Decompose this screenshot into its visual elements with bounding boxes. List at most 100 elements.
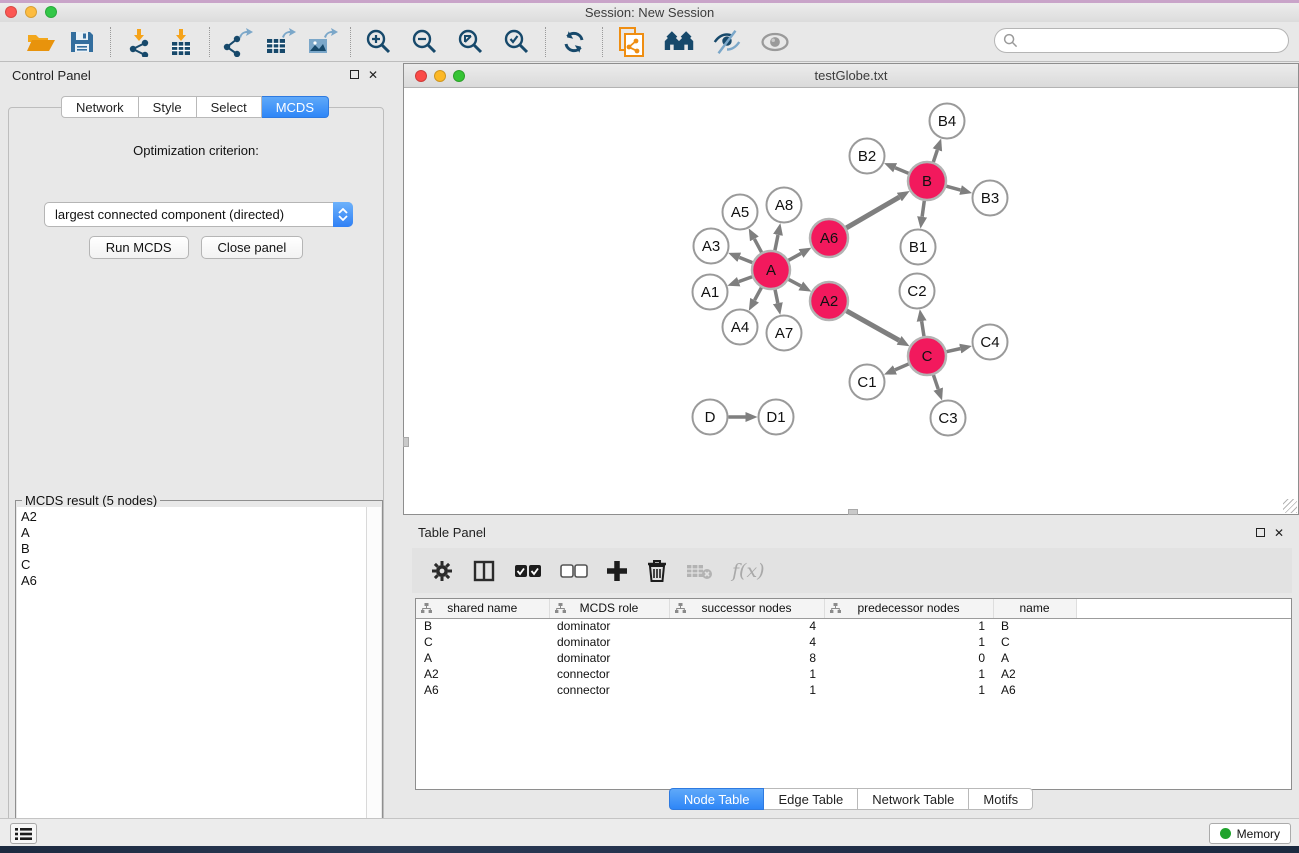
close-window-button[interactable] <box>5 6 17 18</box>
mcds-result-item[interactable]: A2 <box>21 509 366 525</box>
export-table-icon[interactable] <box>264 26 296 58</box>
graph-edge-C-C1[interactable] <box>895 364 909 370</box>
close-table-panel-icon[interactable]: ✕ <box>1274 527 1284 539</box>
close-network-window-button[interactable] <box>415 70 427 82</box>
mcds-result-item[interactable]: A6 <box>21 573 366 589</box>
search-field[interactable] <box>994 28 1289 53</box>
column-header-name[interactable]: name <box>993 599 1076 618</box>
delete-table-icon[interactable] <box>686 562 714 580</box>
tab-node-table[interactable]: Node Table <box>669 788 765 810</box>
graph-node-A6[interactable]: A6 <box>810 219 848 257</box>
vertical-scrollbar-stub[interactable] <box>403 437 409 447</box>
zoom-window-button[interactable] <box>45 6 57 18</box>
graph-edge-A-A5[interactable] <box>754 239 761 252</box>
minimize-network-window-button[interactable] <box>434 70 446 82</box>
table-row[interactable]: A6connector11A6 <box>416 682 1291 698</box>
graph-node-A3[interactable]: A3 <box>694 229 729 264</box>
select-all-checks-icon[interactable] <box>514 564 542 578</box>
show-all-icon[interactable] <box>759 26 791 58</box>
column-header-predecessor-nodes[interactable]: predecessor nodes <box>824 599 993 618</box>
tab-edge-table[interactable]: Edge Table <box>764 788 858 810</box>
add-icon[interactable] <box>606 560 628 582</box>
delete-icon[interactable] <box>646 559 668 583</box>
mcds-result-item[interactable]: A <box>21 525 366 541</box>
zoom-in-icon[interactable] <box>363 26 395 58</box>
open-file-icon[interactable] <box>24 26 56 58</box>
close-panel-icon[interactable]: ✕ <box>368 69 378 81</box>
zoom-out-icon[interactable] <box>409 26 441 58</box>
graph-node-C1[interactable]: C1 <box>850 365 885 400</box>
network-canvas[interactable]: B4B2BB3B1A5A8A6A3AA1C2A2A4A7C4CC1C3DD1 <box>404 88 1298 514</box>
table-row[interactable]: Cdominator41C <box>416 634 1291 650</box>
tab-motifs[interactable]: Motifs <box>969 788 1033 810</box>
float-table-panel-icon[interactable] <box>1256 527 1265 539</box>
graph-edge-A2-C[interactable] <box>846 311 899 341</box>
graph-edge-A-A6[interactable] <box>789 253 801 260</box>
graph-node-B4[interactable]: B4 <box>930 104 965 139</box>
tab-select[interactable]: Select <box>197 96 262 118</box>
graph-node-A5[interactable]: A5 <box>723 195 758 230</box>
zoom-fit-icon[interactable] <box>455 26 487 58</box>
mcds-result-list[interactable]: A2ABCA6 <box>17 507 367 844</box>
graph-node-B3[interactable]: B3 <box>973 181 1008 216</box>
graph-edge-A-A2[interactable] <box>789 279 801 285</box>
graph-node-C[interactable]: C <box>908 337 946 375</box>
graph-node-D[interactable]: D <box>693 400 728 435</box>
table-row[interactable]: Bdominator41B <box>416 618 1291 634</box>
tab-network-table[interactable]: Network Table <box>858 788 969 810</box>
search-input[interactable] <box>1023 33 1288 48</box>
mcds-result-item[interactable]: C <box>21 557 366 573</box>
graph-edge-B-B1[interactable] <box>922 201 924 217</box>
tab-mcds[interactable]: MCDS <box>262 96 329 118</box>
column-header-MCDS-role[interactable]: MCDS role <box>549 599 669 618</box>
deselect-all-checks-icon[interactable] <box>560 564 588 578</box>
import-network-icon[interactable] <box>123 26 155 58</box>
import-table-icon[interactable] <box>165 26 197 58</box>
task-history-button[interactable] <box>10 823 37 844</box>
graph-edge-A-A1[interactable] <box>739 277 752 282</box>
graph-edge-A-A8[interactable] <box>775 235 778 250</box>
minimize-window-button[interactable] <box>25 6 37 18</box>
graph-node-B1[interactable]: B1 <box>901 230 936 265</box>
horizontal-scrollbar-stub[interactable] <box>848 509 858 515</box>
tab-style[interactable]: Style <box>139 96 197 118</box>
graph-node-A2[interactable]: A2 <box>810 282 848 320</box>
resize-grip[interactable] <box>1283 499 1297 513</box>
node-table[interactable]: shared nameMCDS rolesuccessor nodesprede… <box>415 598 1292 790</box>
graph-node-A8[interactable]: A8 <box>767 188 802 223</box>
float-panel-icon[interactable] <box>350 69 359 81</box>
table-row[interactable]: Adominator80A <box>416 650 1291 666</box>
graph-edge-B-B4[interactable] <box>933 150 937 162</box>
network-window-titlebar[interactable]: testGlobe.txt <box>404 64 1298 88</box>
graph-node-D1[interactable]: D1 <box>759 400 794 435</box>
graph-edge-A-A3[interactable] <box>739 257 752 262</box>
column-header-shared-name[interactable]: shared name <box>416 599 549 618</box>
graph-node-A4[interactable]: A4 <box>723 310 758 345</box>
settings-icon[interactable] <box>430 559 454 583</box>
graph-edge-A-A7[interactable] <box>775 290 778 304</box>
zoom-network-window-button[interactable] <box>453 70 465 82</box>
run-mcds-button[interactable]: Run MCDS <box>89 236 189 259</box>
graph-edge-C-C4[interactable] <box>947 349 961 352</box>
export-network-icon[interactable] <box>222 26 254 58</box>
memory-button[interactable]: Memory <box>1209 823 1291 844</box>
mcds-result-item[interactable]: B <box>21 541 366 557</box>
graph-edge-A-A4[interactable] <box>755 288 762 301</box>
graph-node-B[interactable]: B <box>908 162 946 200</box>
graph-edge-A6-B[interactable] <box>846 197 899 228</box>
hide-selected-icon[interactable] <box>711 26 743 58</box>
refresh-icon[interactable] <box>558 26 590 58</box>
save-session-icon[interactable] <box>66 26 98 58</box>
graph-node-C2[interactable]: C2 <box>900 274 935 309</box>
table-row[interactable]: A2connector11A2 <box>416 666 1291 682</box>
graph-edge-C-C3[interactable] <box>933 375 938 389</box>
graph-edge-B-B2[interactable] <box>895 168 908 174</box>
function-builder-icon[interactable]: f(x) <box>732 560 765 582</box>
graph-edge-C-C2[interactable] <box>922 321 924 336</box>
graph-node-C3[interactable]: C3 <box>931 401 966 436</box>
columns-icon[interactable] <box>472 559 496 583</box>
graph-edge-B-B3[interactable] <box>946 186 960 190</box>
tab-network[interactable]: Network <box>61 96 139 118</box>
close-panel-button[interactable]: Close panel <box>201 236 304 259</box>
zoom-selected-icon[interactable] <box>501 26 533 58</box>
